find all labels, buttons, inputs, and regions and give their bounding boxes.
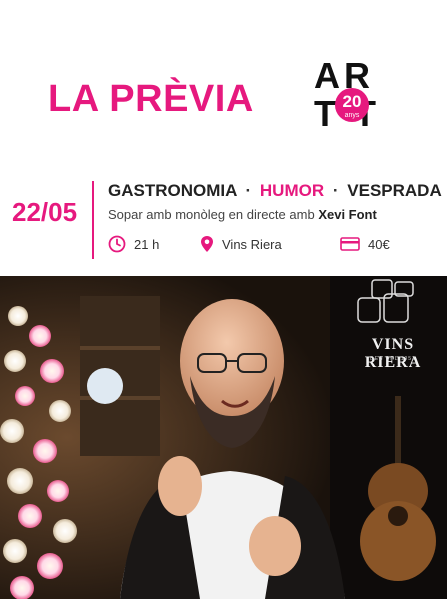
brand-tagline: DES DEL 1952 [370, 356, 416, 362]
category-label: VESPRADA [347, 181, 442, 200]
event-date: 22/05 [12, 197, 78, 227]
performer-name: Xevi Font [318, 207, 377, 222]
category-label: HUMOR [259, 181, 325, 200]
credit-card-icon [340, 237, 360, 251]
event-place: Vins Riera [200, 233, 282, 255]
photo-illustration [0, 276, 447, 599]
price-text: 40€ [368, 236, 390, 252]
brand-name: VINS RIERA [364, 336, 422, 371]
description-text: Sopar amb monòleg en directe amb [108, 207, 315, 222]
event-categories: GASTRONOMIA · HUMOR · VESPRADA [108, 181, 442, 201]
location-pin-icon [201, 236, 213, 252]
event-time: 21 h [108, 233, 159, 255]
badge-text: anys [344, 112, 360, 119]
anniversary-badge: 20 anys [335, 88, 369, 122]
badge-number: 20 [342, 92, 362, 111]
divider [92, 181, 94, 259]
category-label: GASTRONOMIA [108, 181, 237, 200]
category-separator: · [332, 181, 339, 200]
event-description: Sopar amb monòleg en directe amb Xevi Fo… [108, 207, 377, 222]
place-text: Vins Riera [222, 236, 282, 252]
time-text: 21 h [134, 236, 160, 252]
event-price: 40€ [340, 233, 390, 255]
header: LA PRÈVIA AR T T 20 anys [0, 0, 447, 170]
category-separator: · [245, 181, 252, 200]
artot-logo: AR T T 20 anys [312, 58, 392, 134]
clock-icon [108, 235, 126, 253]
event-series-title: LA PRÈVIA [48, 78, 254, 120]
performer-photo: VINS RIERA DES DEL 1952 [0, 276, 447, 599]
event-info: 22/05 GASTRONOMIA · HUMOR · VESPRADA Sop… [0, 175, 447, 265]
